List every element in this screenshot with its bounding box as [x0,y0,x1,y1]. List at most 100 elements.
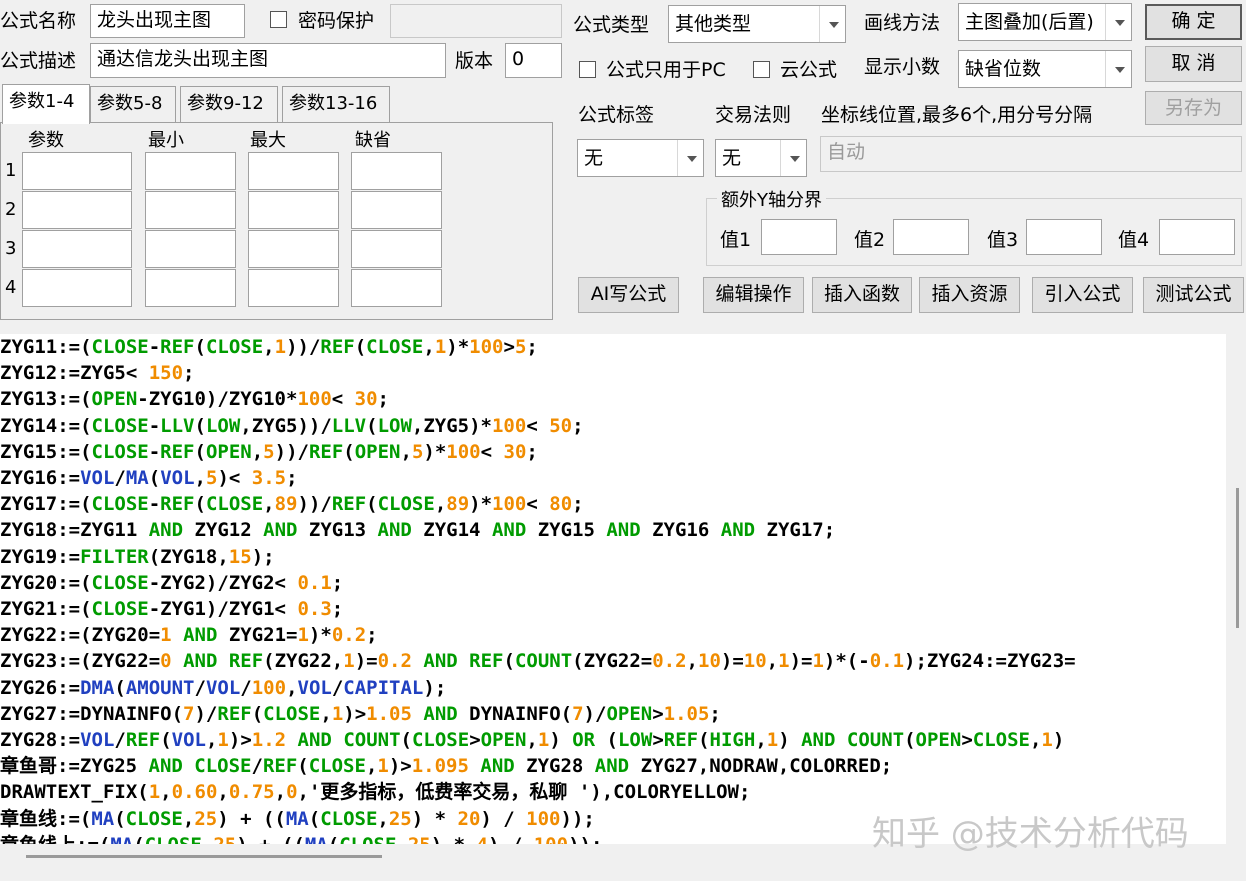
code-line: ZYG17:=(CLOSE-REF(CLOSE,89))/REF(CLOSE,8… [0,493,584,516]
code-line: ZYG23:=(ZYG22=0 AND REF(ZYG22,1)=0.2 AND… [0,650,1076,673]
edit-operation-button[interactable]: 编辑操作 [703,277,804,313]
formula-name-input[interactable]: 龙头出现主图 [90,4,245,38]
ok-button[interactable]: 确 定 [1145,4,1242,40]
decimals-value: 缺省位数 [965,58,1042,80]
y-value-1-label: 值1 [720,229,752,251]
param-name-cell[interactable] [22,152,132,190]
tab-params-9-12[interactable]: 参数9-12 [180,86,278,122]
param-name-cell[interactable] [22,191,132,229]
draw-method-select[interactable]: 主图叠加(后置) [958,3,1132,41]
formula-tag-select[interactable]: 无 [577,139,704,177]
chevron-down-icon[interactable] [780,140,806,176]
y-value-3-label: 值3 [987,229,1019,251]
code-line: ZYG22:=(ZYG20=1 AND ZYG21=1)*0.2; [0,624,378,647]
trade-rule-select[interactable]: 无 [715,139,807,177]
formula-type-select[interactable]: 其他类型 [668,5,846,43]
vertical-scroll-thumb[interactable] [1236,488,1239,628]
y-value-4-input[interactable] [1159,219,1235,255]
trade-rule-label: 交易法则 [715,104,792,126]
import-formula-button[interactable]: 引入公式 [1032,277,1133,313]
code-line: ZYG21:=(CLOSE-ZYG1)/ZYG1< 0.3; [0,598,344,620]
y-value-2-label: 值2 [854,229,886,251]
code-line: ZYG13:=(OPEN-ZYG10)/ZYG10*100< 30; [0,388,389,411]
pc-only-label: 公式只用于PC [606,59,726,81]
param-name-cell[interactable] [22,230,132,268]
param-min-cell[interactable] [145,269,236,307]
param-row-label: 3 [5,238,17,259]
param-header-max: 最大 [250,130,286,151]
param-max-cell[interactable] [248,269,339,307]
param-header-default: 缺省 [355,130,391,151]
code-line: ZYG27:=DYNAINFO(7)/REF(CLOSE,1)>1.05 AND… [0,702,721,725]
param-min-cell[interactable] [145,191,236,229]
param-max-cell[interactable] [248,152,339,190]
watermark: 知乎 @技术分析代码 [872,814,1189,854]
decimals-select[interactable]: 缺省位数 [958,50,1132,88]
param-header-min: 最小 [148,130,184,151]
insert-resource-button[interactable]: 插入资源 [919,277,1020,313]
password-label: 密码保护 [298,10,375,32]
formula-desc-label: 公式描述 [0,50,77,72]
param-min-cell[interactable] [145,152,236,190]
test-formula-button[interactable]: 测试公式 [1143,277,1244,313]
param-row-label: 1 [5,160,17,181]
save-as-button: 另存为 [1145,91,1242,125]
ai-write-formula-button[interactable]: AI写公式 [578,277,679,313]
extra-y-axis-title: 额外Y轴分界 [717,186,826,212]
code-line: ZYG12:=ZYG5< 150; [0,362,195,385]
y-value-3-input[interactable] [1026,219,1102,255]
chevron-down-icon[interactable] [1105,4,1131,40]
coord-lines-label: 坐标线位置,最多6个,用分号分隔 [821,104,1093,126]
cancel-button[interactable]: 取 消 [1145,46,1242,82]
chevron-down-icon[interactable] [1105,51,1131,87]
param-default-cell[interactable] [351,230,442,268]
formula-desc-input[interactable]: 通达信龙头出现主图 [90,43,446,78]
code-editor[interactable]: ZYG11:=(CLOSE-REF(CLOSE,1))/REF(CLOSE,1)… [0,334,1226,844]
code-line: ZYG19:=FILTER(ZYG18,15); [0,545,275,568]
password-checkbox[interactable] [270,11,287,28]
decimals-label: 显示小数 [864,56,941,78]
code-line: 章鱼线上:=(MA(CLOSE,25) + ((MA(CLOSE,25) * 4… [0,832,602,844]
pc-only-checkbox[interactable] [579,61,596,78]
code-line: ZYG18:=ZYG11 AND ZYG12 AND ZYG13 AND ZYG… [0,519,836,542]
chevron-down-icon[interactable] [819,6,845,42]
code-line: ZYG14:=(CLOSE-LLV(LOW,ZYG5))/LLV(LOW,ZYG… [0,414,584,437]
param-row-label: 4 [5,277,17,298]
y-value-2-input[interactable] [893,219,969,255]
y-value-4-label: 值4 [1118,229,1150,251]
y-value-1-input[interactable] [761,219,837,255]
param-default-cell[interactable] [351,191,442,229]
param-default-cell[interactable] [351,152,442,190]
tab-params-1-4[interactable]: 参数1-4 [2,84,90,124]
code-line: DRAWTEXT_FIX(1,0.60,0.75,0,'更多指标，低费率交易，私… [0,781,751,804]
cloud-label: 云公式 [780,59,838,81]
formula-type-label: 公式类型 [573,14,650,36]
code-line: 章鱼线:=(MA(CLOSE,25) + ((MA(CLOSE,25) * 20… [0,807,595,830]
param-min-cell[interactable] [145,230,236,268]
horizontal-scroll-thumb[interactable] [26,855,382,858]
trade-rule-value: 无 [722,147,742,169]
param-default-cell[interactable] [351,269,442,307]
formula-tag-value: 无 [584,147,604,169]
code-line: ZYG15:=(CLOSE-REF(OPEN,5))/REF(OPEN,5)*1… [0,440,538,463]
draw-method-value: 主图叠加(后置) [965,11,1094,33]
param-row-label: 2 [5,199,17,220]
formula-name-label: 公式名称 [0,10,77,32]
tab-params-5-8[interactable]: 参数5-8 [90,86,176,122]
code-line: ZYG20:=(CLOSE-ZYG2)/ZYG2< 0.1; [0,571,344,594]
code-line: ZYG28:=VOL/REF(VOL,1)>1.2 AND COUNT(CLOS… [0,729,1065,751]
formula-tag-label: 公式标签 [578,104,655,126]
version-input[interactable]: 0 [505,43,562,78]
param-max-cell[interactable] [248,230,339,268]
param-max-cell[interactable] [248,191,339,229]
coord-lines-input: 自动 [820,136,1242,172]
tab-params-13-16[interactable]: 参数13-16 [282,86,390,122]
param-header-name: 参数 [28,130,64,151]
chevron-down-icon[interactable] [677,140,703,176]
code-line: ZYG26:=DMA(AMOUNT/VOL/100,VOL/CAPITAL); [0,676,447,699]
draw-method-label: 画线方法 [864,12,941,34]
password-input [390,4,562,38]
param-name-cell[interactable] [22,269,132,307]
cloud-checkbox[interactable] [753,61,770,78]
insert-function-button[interactable]: 插入函数 [812,277,912,313]
